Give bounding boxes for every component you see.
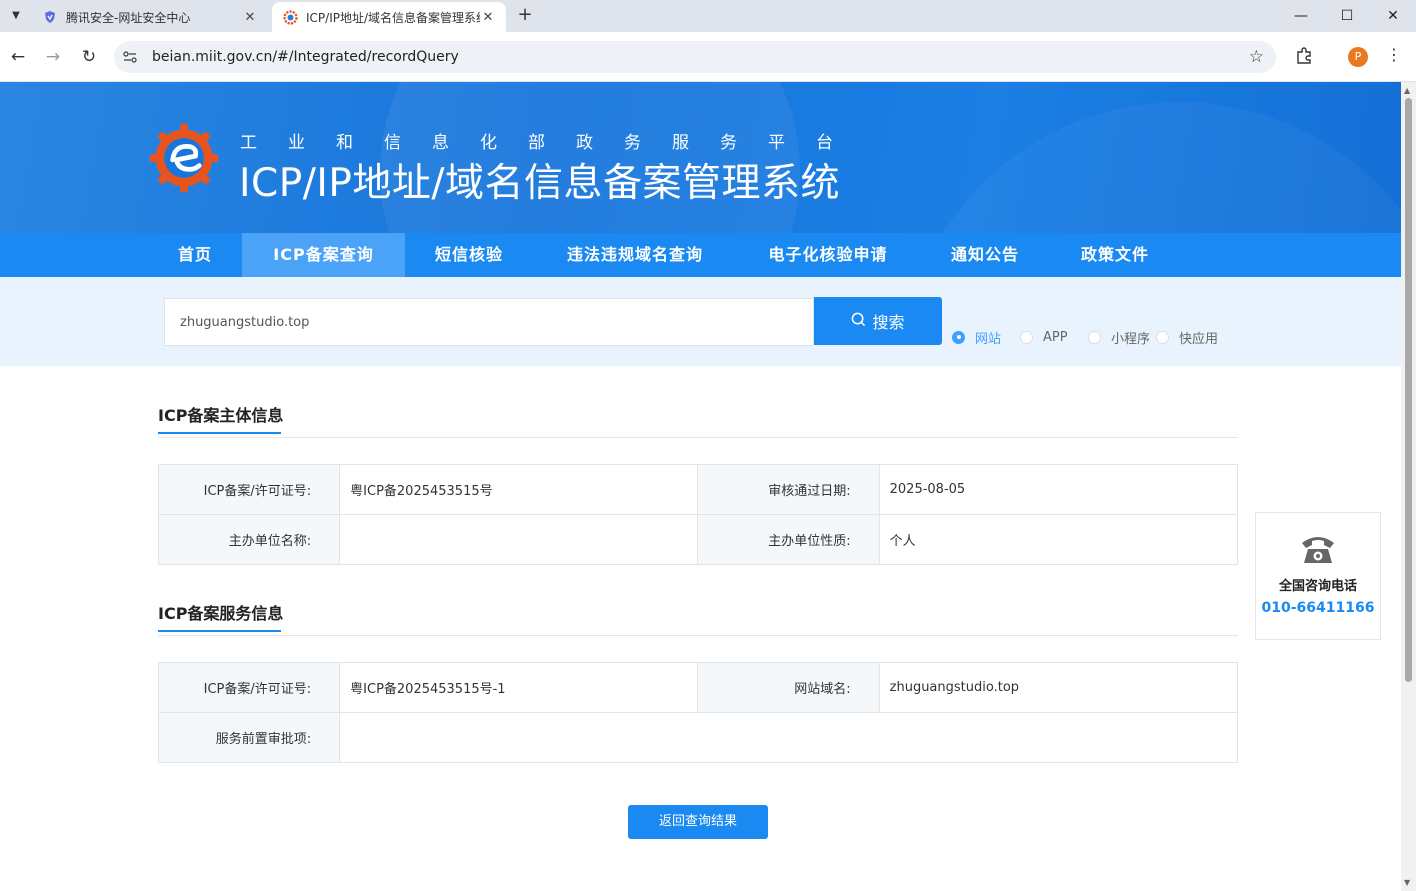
- service-info-table: ICP备案/许可证号: 粤ICP备2025453515号-1 网站域名: zhu…: [157, 662, 1239, 763]
- radio-label: 快应用: [1179, 331, 1219, 347]
- browser-tab-icp[interactable]: ICP/IP地址/域名信息备案管理系统 ✕: [272, 2, 506, 32]
- hotline-number: 010-66411166: [1261, 600, 1375, 616]
- telephone-icon: [1256, 531, 1380, 569]
- browser-menu-icon[interactable]: ⋮: [1386, 45, 1402, 64]
- service-info-heading: ICP备案服务信息: [158, 600, 283, 632]
- tab-title: ICP/IP地址/域名信息备案管理系统: [306, 10, 480, 25]
- tab-search-chevron-icon[interactable]: ▼: [6, 6, 26, 26]
- radio-website[interactable]: 网站: [952, 329, 1002, 347]
- domain-value: zhuguangstudio.top: [878, 662, 1239, 713]
- forward-arrow-icon[interactable]: →: [41, 45, 65, 69]
- search-area: 搜索 网站 APP 小程序 快应用: [0, 277, 1401, 366]
- profile-avatar[interactable]: P: [1348, 47, 1368, 67]
- browser-tab-tencent[interactable]: 腾讯安全-网址安全中心 ✕: [32, 2, 268, 32]
- approval-date-value: 2025-08-05: [878, 464, 1239, 515]
- url-text: beian.miit.gov.cn/#/Integrated/recordQue…: [152, 49, 459, 65]
- nav-item-icp-query[interactable]: ICP备案查询: [242, 233, 405, 277]
- nav-item-notices[interactable]: 通知公告: [930, 233, 1040, 277]
- field-label: 网站域名:: [697, 662, 880, 713]
- site-banner: 工业和信息化部政务服务平台 ICP/IP地址/域名信息备案管理系统: [0, 82, 1401, 233]
- miit-emblem-logo: [149, 123, 219, 193]
- tab-title: 腾讯安全-网址安全中心: [66, 10, 191, 25]
- table-row: 服务前置审批项:: [157, 712, 1238, 763]
- radio-mini-program[interactable]: 小程序: [1088, 329, 1151, 347]
- address-bar[interactable]: beian.miit.gov.cn/#/Integrated/recordQue…: [114, 41, 1276, 73]
- radio-dot: [1156, 330, 1169, 344]
- radio-dot: [1020, 330, 1033, 344]
- page-content: 工业和信息化部政务服务平台 ICP/IP地址/域名信息备案管理系统 首页 ICP…: [0, 82, 1401, 891]
- banner-title: ICP/IP地址/域名信息备案管理系统: [239, 161, 841, 206]
- scrollbar-thumb[interactable]: [1405, 98, 1412, 682]
- radio-label: APP: [1043, 329, 1068, 345]
- radio-dot: [952, 330, 965, 344]
- divider: [158, 437, 1238, 438]
- radio-quick-app[interactable]: 快应用: [1156, 329, 1219, 347]
- organizer-type-value: 个人: [878, 514, 1239, 565]
- site-info-icon[interactable]: [122, 49, 138, 65]
- subject-info-heading: ICP备案主体信息: [158, 402, 283, 434]
- tab-close-icon[interactable]: ✕: [480, 10, 496, 25]
- service-license-value: 粤ICP备2025453515号-1: [339, 662, 699, 713]
- reload-icon[interactable]: ↻: [77, 45, 101, 69]
- nav-item-sms-verify[interactable]: 短信核验: [414, 233, 524, 277]
- nav-item-illegal-domain[interactable]: 违法违规域名查询: [548, 233, 722, 277]
- radio-label: 网站: [975, 331, 1002, 347]
- nav-item-policy[interactable]: 政策文件: [1060, 233, 1170, 277]
- window-close-icon[interactable]: ✕: [1370, 0, 1416, 32]
- browser-toolbar: ← → ↻ beian.miit.gov.cn/#/Integrated/rec…: [0, 32, 1416, 82]
- bookmark-star-icon[interactable]: ☆: [1249, 47, 1264, 67]
- main-nav: 首页 ICP备案查询 短信核验 违法违规域名查询 电子化核验申请 通知公告 政策…: [0, 233, 1401, 277]
- search-button[interactable]: 搜索: [814, 297, 942, 345]
- table-row: ICP备案/许可证号: 粤ICP备2025453515号-1 网站域名: zhu…: [157, 662, 1239, 713]
- table-row: ICP备案/许可证号: 粤ICP备2025453515号 审核通过日期: 202…: [157, 464, 1239, 515]
- back-arrow-icon[interactable]: ←: [6, 45, 30, 69]
- nav-item-e-verify[interactable]: 电子化核验申请: [748, 233, 908, 277]
- browser-tab-strip: ▼ 腾讯安全-网址安全中心 ✕ ICP/IP地址/域名信息备案管理系统 ✕ + …: [0, 0, 1416, 32]
- scroll-up-arrow-icon[interactable]: ▲: [1404, 86, 1410, 95]
- minimize-icon[interactable]: —: [1278, 0, 1324, 32]
- field-label: 主办单位性质:: [697, 514, 880, 565]
- search-input[interactable]: [164, 298, 814, 346]
- field-label: ICP备案/许可证号:: [157, 464, 341, 515]
- shield-icon: [42, 9, 58, 25]
- banner-subtitle: 工业和信息化部政务服务平台: [240, 133, 864, 153]
- field-label: 审核通过日期:: [697, 464, 880, 515]
- search-button-label: 搜索: [872, 313, 905, 332]
- hotline-widget[interactable]: 全国咨询电话 010-66411166: [1255, 512, 1381, 640]
- scroll-down-arrow-icon[interactable]: ▼: [1404, 878, 1410, 887]
- tab-close-icon[interactable]: ✕: [242, 10, 258, 25]
- miit-logo-icon: [282, 9, 298, 25]
- new-tab-plus-icon[interactable]: +: [514, 4, 536, 26]
- field-label: 主办单位名称:: [157, 514, 341, 565]
- field-label: ICP备案/许可证号:: [157, 662, 341, 713]
- radio-label: 小程序: [1111, 331, 1151, 347]
- extensions-puzzle-icon[interactable]: [1294, 46, 1314, 66]
- search-icon: [851, 312, 866, 331]
- nav-item-home[interactable]: 首页: [152, 233, 238, 277]
- pre-approval-value: [339, 712, 1238, 763]
- table-row: 主办单位名称: 主办单位性质: 个人: [157, 514, 1239, 565]
- page-scrollbar[interactable]: ▲ ▼: [1401, 82, 1416, 891]
- subject-info-table: ICP备案/许可证号: 粤ICP备2025453515号 审核通过日期: 202…: [157, 464, 1239, 565]
- radio-dot: [1088, 330, 1101, 344]
- radio-app[interactable]: APP: [1020, 329, 1068, 345]
- field-label: 服务前置审批项:: [157, 712, 341, 763]
- license-number-value: 粤ICP备2025453515号: [339, 464, 699, 515]
- return-results-button[interactable]: 返回查询结果: [628, 805, 768, 839]
- divider: [158, 635, 1238, 636]
- hotline-label: 全国咨询电话: [1278, 579, 1357, 594]
- maximize-icon[interactable]: ☐: [1324, 0, 1370, 32]
- organizer-name-value: [339, 514, 699, 565]
